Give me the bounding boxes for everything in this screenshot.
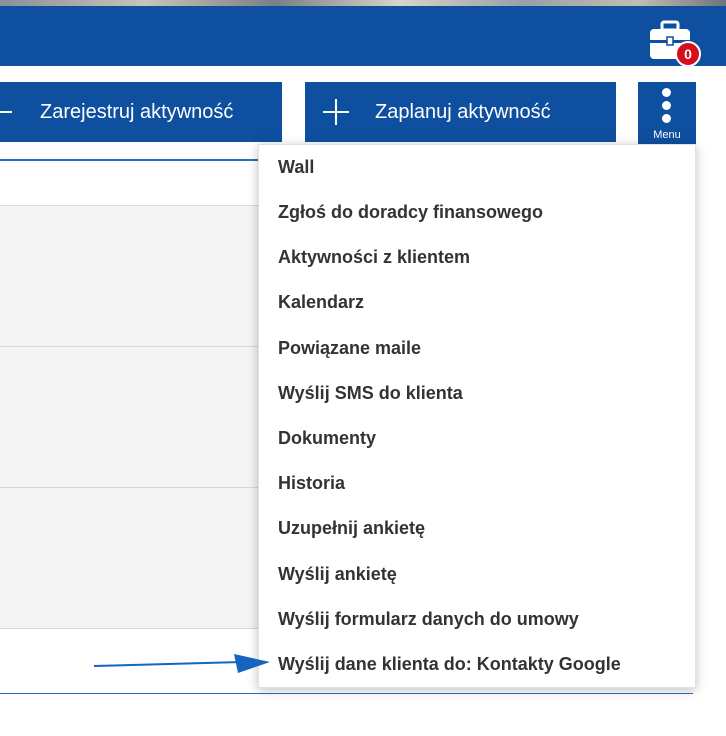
register-activity-label: Zarejestruj aktywność	[40, 100, 234, 123]
divider	[0, 487, 262, 488]
actions-dropdown-menu: Wall Zgłoś do doradcy finansowego Aktywn…	[258, 144, 696, 688]
pointer-arrow-icon	[93, 654, 270, 673]
section-underline	[0, 693, 693, 694]
menu-item-send-survey[interactable]: Wyślij ankietę	[278, 564, 397, 585]
divider	[0, 628, 262, 629]
divider	[0, 346, 262, 347]
plus-icon	[0, 99, 12, 125]
tabs-underline	[0, 159, 262, 161]
divider	[0, 205, 262, 206]
notification-badge: 0	[675, 41, 701, 67]
menu-item-send-to-google-contacts[interactable]: Wyślij dane klienta do: Kontakty Google	[278, 654, 621, 675]
menu-item-send-contract-form[interactable]: Wyślij formularz danych do umowy	[278, 609, 579, 630]
menu-item-send-sms[interactable]: Wyślij SMS do klienta	[278, 383, 463, 404]
plus-icon	[323, 99, 349, 125]
menu-item-wall[interactable]: Wall	[278, 157, 314, 178]
menu-item-related-emails[interactable]: Powiązane maile	[278, 338, 421, 359]
menu-item-history[interactable]: Historia	[278, 473, 345, 494]
menu-item-calendar[interactable]: Kalendarz	[278, 292, 364, 313]
menu-button[interactable]: Menu	[638, 82, 696, 144]
plan-activity-button[interactable]: Zaplanuj aktywność	[305, 82, 616, 142]
content-panel	[0, 205, 262, 629]
register-activity-button[interactable]: Zarejestruj aktywność	[0, 82, 282, 142]
menu-label: Menu	[653, 129, 681, 141]
page: 0 Zarejestruj aktywność Zaplanuj aktywno…	[0, 0, 726, 736]
menu-item-report-advisor[interactable]: Zgłoś do doradcy finansowego	[278, 202, 543, 223]
plan-activity-label: Zaplanuj aktywność	[375, 100, 551, 123]
menu-item-client-activities[interactable]: Aktywności z klientem	[278, 247, 470, 268]
menu-item-fill-survey[interactable]: Uzupełnij ankietę	[278, 518, 425, 539]
top-header-bar: 0	[0, 6, 726, 67]
more-vertical-icon	[662, 88, 672, 123]
menu-item-documents[interactable]: Dokumenty	[278, 428, 376, 449]
